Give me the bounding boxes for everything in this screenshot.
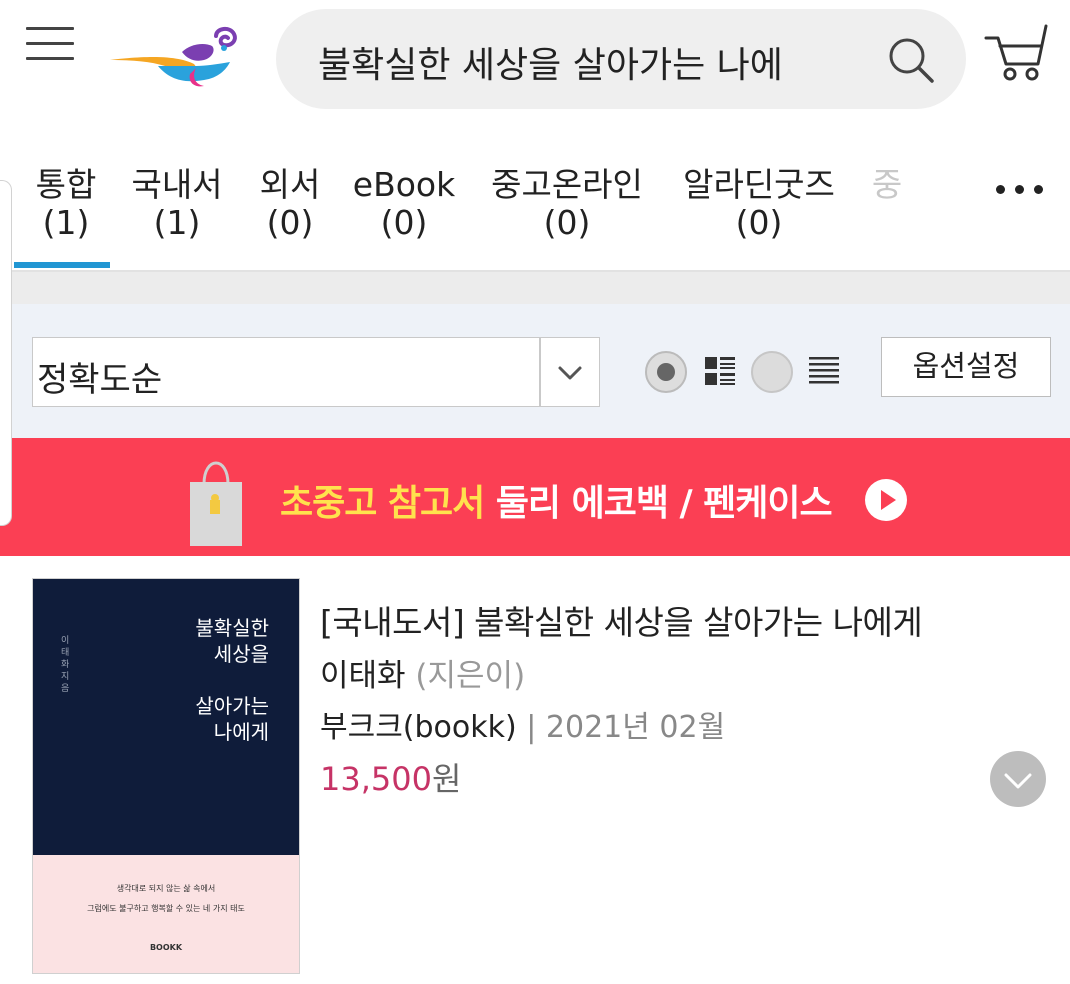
aladin-lamp-logo[interactable] bbox=[108, 22, 248, 92]
price-line: 13,500원 bbox=[320, 754, 461, 800]
chevron-down-icon[interactable] bbox=[553, 356, 587, 390]
author-line: 이태화 (지은이) bbox=[320, 650, 525, 695]
price-value: 13,500 bbox=[320, 760, 432, 798]
promo-banner[interactable]: 초중고 참고서 둘리 에코백 / 펜케이스 bbox=[0, 438, 1070, 556]
sort-dropdown[interactable]: 정확도순 bbox=[32, 337, 600, 407]
currency-label: 원 bbox=[431, 760, 462, 798]
header: 불확실한 세상을 살아가는 나에 bbox=[0, 0, 1070, 130]
author-role: (지은이) bbox=[415, 658, 526, 694]
tab-used-online[interactable]: 중고온라인 (0) bbox=[486, 166, 648, 242]
search-icon[interactable] bbox=[886, 35, 936, 85]
side-drawer-handle[interactable] bbox=[0, 180, 12, 526]
publish-date: 2021년 02월 bbox=[545, 710, 726, 745]
tab-label: 통합 bbox=[35, 165, 97, 204]
tab-label: 중 bbox=[871, 166, 903, 204]
publisher-line: 부크크(bookk) | 2021년 02월 bbox=[320, 702, 725, 746]
cover-tagline: 생각대로 되지 않는 삶 속에서 그럼에도 불구하고 행복할 수 있는 네 가지… bbox=[87, 884, 245, 913]
sort-selected-label: 정확도순 bbox=[37, 360, 163, 400]
section-divider bbox=[0, 272, 1070, 304]
tab-foreign-books[interactable]: 외서 (0) bbox=[257, 166, 323, 242]
cover-bottom: 생각대로 되지 않는 삶 속에서 그럼에도 불구하고 행복할 수 있는 네 가지… bbox=[33, 855, 299, 973]
search-bar[interactable]: 불확실한 세상을 살아가는 나에 bbox=[276, 9, 966, 109]
list-view-radio[interactable] bbox=[751, 351, 793, 393]
tab-label: 알라딘굿즈 bbox=[683, 165, 835, 204]
grid-view-icon bbox=[705, 357, 735, 385]
tab-label: 중고온라인 bbox=[491, 165, 643, 204]
product-title[interactable]: [국내도서] 불확실한 세상을 살아가는 나에게 bbox=[320, 596, 923, 644]
grid-view-radio[interactable] bbox=[645, 351, 687, 393]
cover-author: 이태화 지음 bbox=[61, 636, 70, 694]
cover-top: 이태화 지음 불확실한 세상을 살아가는 나에게 bbox=[33, 579, 299, 855]
author-link[interactable]: 이태화 bbox=[320, 658, 406, 694]
cart-icon[interactable] bbox=[984, 20, 1052, 84]
tab-partial[interactable]: 중 bbox=[870, 166, 904, 204]
tab-label: 외서 bbox=[259, 165, 321, 204]
chevron-down-icon bbox=[1004, 773, 1032, 789]
book-cover[interactable]: 이태화 지음 불확실한 세상을 살아가는 나에게 생각대로 되지 않는 삶 속에… bbox=[32, 578, 300, 974]
tab-label: eBook bbox=[352, 165, 456, 204]
cover-publisher: BOOKK bbox=[149, 943, 183, 952]
category-tabs: 통합 (1) 국내서 (1) 외서 (0) eBook (0) 중고온라인 (0… bbox=[0, 130, 1070, 272]
expand-button[interactable] bbox=[990, 751, 1046, 807]
tab-count: (0) bbox=[380, 203, 428, 242]
tab-ebook[interactable]: eBook (0) bbox=[352, 166, 456, 242]
cover-title: 불확실한 세상을 살아가는 나에게 bbox=[195, 616, 269, 744]
active-tab-indicator bbox=[14, 262, 110, 268]
banner-text: 초중고 참고서 둘리 에코백 / 펜케이스 bbox=[280, 474, 833, 526]
tab-count: (0) bbox=[735, 203, 783, 242]
tab-domestic-books[interactable]: 국내서 (1) bbox=[127, 166, 227, 242]
list-view-icon bbox=[809, 357, 839, 384]
tab-count: (1) bbox=[42, 203, 90, 242]
separator: | bbox=[526, 710, 537, 745]
publisher-link[interactable]: 부크크(bookk) bbox=[320, 710, 517, 745]
banner-text-main: 둘리 에코백 / 펜케이스 bbox=[495, 483, 833, 524]
sort-divider bbox=[539, 338, 541, 406]
play-icon[interactable] bbox=[864, 478, 908, 522]
product-item[interactable]: 이태화 지음 불확실한 세상을 살아가는 나에게 생각대로 되지 않는 삶 속에… bbox=[0, 556, 1070, 984]
tab-count: (0) bbox=[543, 203, 591, 242]
option-settings-button[interactable]: 옵션설정 bbox=[881, 337, 1051, 397]
more-tabs-icon[interactable] bbox=[996, 180, 1054, 204]
tab-label: 국내서 bbox=[131, 165, 223, 204]
tab-aladin-goods[interactable]: 알라딘굿즈 (0) bbox=[678, 166, 840, 242]
banner-text-highlight: 초중고 참고서 bbox=[280, 483, 485, 524]
sort-options-bar: 정확도순 옵션설정 bbox=[0, 304, 1070, 438]
tab-count: (1) bbox=[153, 203, 201, 242]
tab-all[interactable]: 통합 (1) bbox=[33, 166, 99, 242]
search-input[interactable]: 불확실한 세상을 살아가는 나에 bbox=[318, 36, 858, 88]
tote-bag-icon bbox=[190, 461, 242, 546]
tab-count: (0) bbox=[266, 203, 314, 242]
hamburger-menu-icon[interactable] bbox=[26, 27, 76, 61]
